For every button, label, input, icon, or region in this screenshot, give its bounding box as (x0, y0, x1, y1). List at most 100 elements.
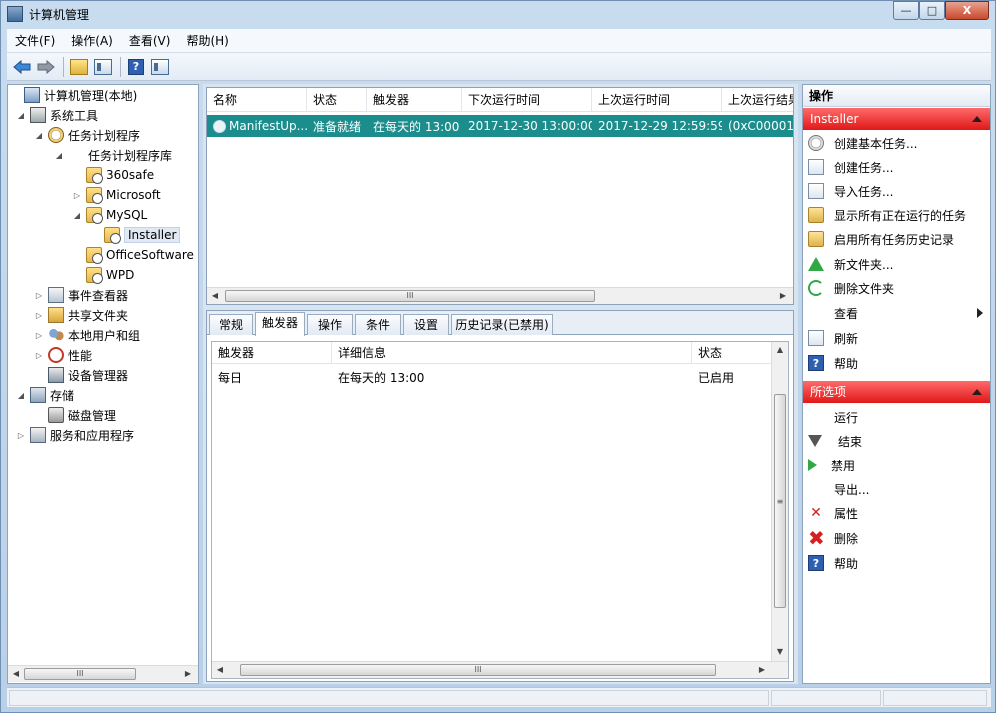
column-header-status[interactable]: 状态 (307, 88, 367, 112)
show-hide-tree-button[interactable] (92, 56, 114, 78)
action-delete-folder[interactable]: 删除文件夹 (803, 276, 990, 300)
action-run[interactable]: 运行 (803, 405, 990, 429)
tree-expander[interactable]: ◢ (34, 131, 44, 140)
section-header-installer[interactable]: Installer (803, 108, 990, 130)
section-header-selected-item[interactable]: 所选项 (803, 381, 990, 403)
tree-node-shared-folders[interactable]: ▷ 共享文件夹 (34, 305, 128, 325)
tree-node-label: 任务计划程序 (68, 128, 141, 143)
tree-expander[interactable]: ▷ (16, 431, 26, 440)
scroll-right-arrow-icon[interactable]: ▶ (182, 668, 194, 680)
tree-node-task-library[interactable]: ◢ 任务计划程序库 (54, 145, 172, 165)
task-row[interactable]: ManifestUp... 准备就绪 在每天的 13:00 2017-12-30… (207, 115, 793, 137)
tree-node-wpd[interactable]: WPD (72, 265, 134, 285)
show-action-pane-button[interactable] (149, 56, 171, 78)
scroll-left-arrow-icon[interactable]: ◀ (209, 290, 221, 302)
tree-node-computer-management[interactable]: 计算机管理(本地) (10, 85, 137, 105)
menu-file[interactable]: 文件(F) (7, 32, 63, 49)
tree-node-local-users[interactable]: ▷ 本地用户和组 (34, 325, 140, 345)
maximize-button[interactable]: □ (919, 1, 945, 20)
trigger-row[interactable]: 每日 在每天的 13:00 已启用 (212, 366, 772, 388)
title-bar[interactable]: 计算机管理 — □ X (1, 1, 995, 27)
tree-node-event-viewer[interactable]: ▷ 事件查看器 (34, 285, 128, 305)
action-create-task[interactable]: 创建任务... (803, 155, 990, 179)
tree-expander[interactable]: ◢ (16, 391, 26, 400)
tree-node-device-manager[interactable]: 设备管理器 (34, 365, 128, 385)
tree-expander[interactable]: ▷ (34, 311, 44, 320)
scroll-right-arrow-icon[interactable]: ▶ (777, 290, 789, 302)
tab-settings[interactable]: 设置 (403, 314, 449, 335)
triggers-vertical-scrollbar[interactable]: ▲ ≡ ▼ (771, 342, 788, 661)
action-create-basic-task[interactable]: 创建基本任务... (803, 131, 990, 155)
tasklist-horizontal-scrollbar[interactable]: ◀ III ▶ (207, 287, 793, 304)
scrollbar-thumb[interactable]: ≡ (774, 394, 786, 608)
tree-expander[interactable]: ◢ (16, 111, 26, 120)
tree-expander[interactable]: ◢ (72, 211, 82, 220)
tree-horizontal-scrollbar[interactable]: ◀ III ▶ (8, 665, 198, 682)
tree-node-installer[interactable]: Installer (90, 225, 181, 245)
tree-node-storage[interactable]: ◢ 存储 (16, 385, 74, 405)
scroll-up-arrow-icon[interactable]: ▲ (774, 344, 786, 356)
tree-expander[interactable]: ▷ (72, 191, 82, 200)
action-view[interactable]: 查看 (803, 301, 990, 325)
tree-node-officesoftware[interactable]: OfficeSoftware (72, 245, 194, 265)
up-level-button[interactable] (68, 56, 90, 78)
minimize-button[interactable]: — (893, 1, 919, 20)
scrollbar-thumb[interactable]: III (240, 664, 716, 676)
tab-general[interactable]: 常规 (209, 314, 253, 335)
scroll-down-arrow-icon[interactable]: ▼ (774, 646, 786, 658)
scroll-left-arrow-icon[interactable]: ◀ (214, 664, 226, 676)
column-header-status[interactable]: 状态 (692, 342, 772, 364)
tree-expander[interactable]: ◢ (54, 151, 64, 160)
tree-node-360safe[interactable]: 360safe (72, 165, 154, 185)
forward-button[interactable] (35, 56, 57, 78)
action-show-running-tasks[interactable]: 显示所有正在运行的任务 (803, 203, 990, 227)
menu-help[interactable]: 帮助(H) (178, 32, 236, 49)
collapse-caret-icon[interactable] (972, 116, 982, 122)
column-header-trigger[interactable]: 触发器 (212, 342, 332, 364)
tree-node-services-apps[interactable]: ▷ 服务和应用程序 (16, 425, 134, 445)
action-disable[interactable]: 禁用 (803, 453, 990, 477)
action-import-task[interactable]: 导入任务... (803, 179, 990, 203)
tree-expander[interactable]: ▷ (34, 331, 44, 340)
column-header-next-run[interactable]: 下次运行时间 (462, 88, 592, 112)
tree-node-performance[interactable]: ▷ 性能 (34, 345, 92, 365)
action-export[interactable]: 导出... (803, 477, 990, 501)
tree-node-label: WPD (106, 268, 135, 282)
tree-node-mysql[interactable]: ◢ MySQL (72, 205, 147, 225)
menu-action[interactable]: 操作(A) (63, 32, 121, 49)
action-help-selected[interactable]: ? 帮助 (803, 551, 990, 575)
tree-expander[interactable]: ▷ (34, 351, 44, 360)
tab-actions[interactable]: 操作 (307, 314, 353, 335)
tab-conditions[interactable]: 条件 (355, 314, 401, 335)
column-header-last-result[interactable]: 上次运行结果 (722, 88, 793, 112)
action-properties[interactable]: ✕ 属性 (803, 501, 990, 525)
tab-triggers[interactable]: 触发器 (255, 312, 305, 336)
back-button[interactable] (11, 56, 33, 78)
collapse-caret-icon[interactable] (972, 389, 982, 395)
tree-expander[interactable]: ▷ (34, 291, 44, 300)
action-enable-history[interactable]: 启用所有任务历史记录 (803, 227, 990, 251)
action-new-folder[interactable]: 新文件夹... (803, 252, 990, 276)
action-delete[interactable]: ✖ 删除 (803, 526, 990, 550)
help-toolbar-button[interactable]: ? (125, 56, 147, 78)
action-refresh[interactable]: 刷新 (803, 326, 990, 350)
scrollbar-thumb[interactable]: III (24, 668, 136, 680)
close-button[interactable]: X (945, 1, 989, 20)
column-header-details[interactable]: 详细信息 (332, 342, 692, 364)
scrollbar-thumb[interactable]: III (225, 290, 595, 302)
tab-history[interactable]: 历史记录(已禁用) (451, 314, 553, 335)
tree-node-task-scheduler[interactable]: ◢ 任务计划程序 (34, 125, 140, 145)
action-help[interactable]: ? 帮助 (803, 351, 990, 375)
tree-node-system-tools[interactable]: ◢ 系统工具 (16, 105, 98, 125)
tree-node-microsoft[interactable]: ▷ Microsoft (72, 185, 161, 205)
scroll-right-arrow-icon[interactable]: ▶ (756, 664, 768, 676)
column-header-last-run[interactable]: 上次运行时间 (592, 88, 722, 112)
action-end[interactable]: 结束 (803, 429, 990, 453)
column-header-name[interactable]: 名称 (207, 88, 307, 112)
performance-icon (48, 347, 64, 363)
scroll-left-arrow-icon[interactable]: ◀ (10, 668, 22, 680)
triggers-horizontal-scrollbar[interactable]: ◀ III ▶ (212, 661, 788, 678)
column-header-trigger[interactable]: 触发器 (367, 88, 462, 112)
menu-view[interactable]: 查看(V) (121, 32, 179, 49)
tree-node-disk-management[interactable]: 磁盘管理 (34, 405, 116, 425)
